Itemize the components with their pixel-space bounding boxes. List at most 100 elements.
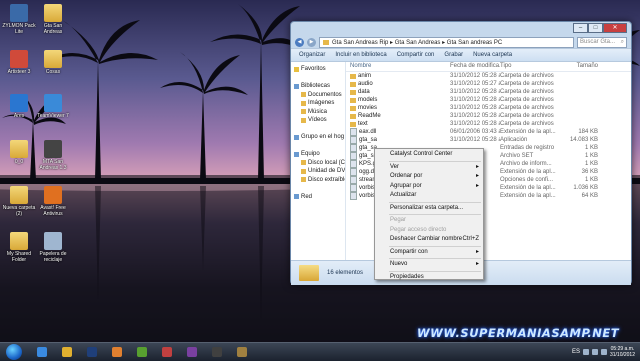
context-menu-item[interactable]: Propiedades: [375, 273, 483, 283]
desktop-icon[interactable]: Papelera de reciclaje: [34, 230, 72, 270]
desktop-icon[interactable]: ZYLMON Pack Lite: [0, 2, 38, 42]
search-input[interactable]: Buscar Gta... ⌕: [577, 36, 627, 48]
desktop-icon[interactable]: Artisteer 3: [0, 48, 38, 88]
desktop-icon[interactable]: My Shared Folder: [0, 230, 38, 270]
context-menu-item[interactable]: Nuevo ▸: [375, 260, 483, 270]
network-icon[interactable]: [591, 349, 598, 355]
context-menu-item[interactable]: Deshacer Cambiar nombre Ctrl+Z: [375, 235, 483, 245]
file-size: 1 KB: [584, 153, 598, 159]
nav-item[interactable]: Unidad de DVD: [291, 167, 345, 176]
file-type: Carpeta de archivos: [500, 113, 554, 119]
nav-item[interactable]: Grupo en el hog: [291, 133, 345, 142]
taskbar-button[interactable]: [81, 345, 103, 359]
desktop-icon-label: Gta San Andreas: [43, 23, 63, 35]
tray-icon[interactable]: [582, 349, 589, 355]
toolbar-button[interactable]: Compartir con: [397, 52, 435, 58]
language-indicator[interactable]: ES: [572, 349, 580, 355]
file-row[interactable]: data 31/10/2012 05:28 a...Carpeta de arch…: [346, 88, 631, 96]
toolbar-button[interactable]: Grabar: [444, 52, 463, 58]
file-row[interactable]: audio 31/10/2012 05:27 a...Carpeta de arc…: [346, 80, 631, 88]
context-menu: Catalyst Control Center Ver ▸ Ordenar por ▸ A…: [374, 148, 484, 280]
toolbar-button[interactable]: Nueva carpeta: [473, 52, 512, 58]
file-row[interactable]: text 31/10/2012 05:28 a...Carpeta de arch…: [346, 120, 631, 128]
file-size: [562, 96, 598, 104]
desktop-icon[interactable]: Avast! Free Antivirus: [34, 184, 72, 224]
breadcrumb-item[interactable]: Gta San Andreas Rip: [332, 40, 388, 46]
file-type: Carpeta de archivos: [500, 89, 554, 95]
maximize-button[interactable]: □: [588, 23, 603, 33]
context-menu-item[interactable]: Compartir con ▸: [375, 248, 483, 258]
desktop-icon[interactable]: TeamViewer 7: [34, 92, 72, 132]
desktop-icon[interactable]: MTA San Andreas 1.3: [34, 138, 72, 178]
file-date: 31/10/2012 05:28 a...: [450, 113, 500, 119]
desktop-icon[interactable]: 0_0: [0, 138, 38, 178]
context-menu-item[interactable]: Ver ▸: [375, 163, 483, 173]
taskbar-button[interactable]: [206, 345, 228, 359]
file-row[interactable]: eax.dll 06/01/2006 03:43 a...Extensión de…: [346, 128, 631, 136]
file-row[interactable]: ReadMe 31/10/2012 05:28 a...Carpeta de ar…: [346, 112, 631, 120]
context-menu-item[interactable]: Personalizar esta carpeta...: [375, 204, 483, 214]
file-date: 31/10/2012 05:28 a...: [450, 73, 500, 79]
taskbar-button[interactable]: [106, 345, 128, 359]
nav-item[interactable]: Vídeos: [291, 116, 345, 125]
column-name[interactable]: Nombre: [346, 62, 450, 71]
context-menu-item[interactable]: Agrupar por ▸: [375, 182, 483, 192]
desktop-icon[interactable]: Ares: [0, 92, 38, 132]
context-menu-item[interactable]: Actualizar: [375, 191, 483, 201]
file-row[interactable]: movies 31/10/2012 05:28 a...Carpeta de ar…: [346, 104, 631, 112]
minimize-button[interactable]: –: [573, 23, 588, 33]
folder-icon: [301, 109, 306, 115]
nav-item-label: Favoritos: [301, 66, 326, 72]
file-size: 1 KB: [584, 177, 598, 183]
file-row[interactable]: models 31/10/2012 05:28 a...Carpeta de ar…: [346, 96, 631, 104]
context-menu-item[interactable]: Catalyst Control Center: [375, 150, 483, 160]
context-menu-item[interactable]: Ordenar por ▸: [375, 172, 483, 182]
taskbar-button[interactable]: [231, 345, 253, 359]
file-size: 36 KB: [581, 169, 598, 175]
title-bar[interactable]: – □ ✕: [291, 22, 631, 36]
file-row[interactable]: gta_sa 31/10/2012 05:28 a...Aplicación 14.…: [346, 136, 631, 144]
nav-item[interactable]: Equipo: [291, 150, 345, 159]
desktop-icon-label: My Shared Folder: [6, 251, 32, 263]
breadcrumb-item[interactable]: Gta San Andreas: [395, 40, 441, 46]
desktop-icon-label: Artisteer 3: [7, 69, 31, 75]
nav-item[interactable]: Disco extraíble: [291, 176, 345, 185]
nav-item[interactable]: Favoritos: [291, 65, 345, 74]
nav-item[interactable]: Documentos: [291, 91, 345, 100]
desktop-icon[interactable]: Nueva carpeta (2): [0, 184, 38, 224]
close-button[interactable]: ✕: [603, 23, 627, 33]
folder-icon: [350, 73, 356, 79]
menu-separator: [389, 245, 481, 247]
column-type[interactable]: Tipo: [500, 62, 562, 71]
desktop-icon[interactable]: Cosas: [34, 48, 72, 88]
volume-icon[interactable]: [600, 349, 607, 355]
context-menu-label: Pegar acceso directo: [390, 226, 447, 233]
forward-button[interactable]: ▶: [307, 37, 316, 47]
taskbar-button[interactable]: [56, 345, 78, 359]
column-date[interactable]: Fecha de modifica...: [450, 62, 500, 71]
taskbar-button[interactable]: [131, 345, 153, 359]
clock[interactable]: 05:29 a.m. 31/10/2012: [610, 346, 635, 358]
nav-item[interactable]: Red: [291, 193, 345, 202]
taskbar-button[interactable]: [31, 345, 53, 359]
taskbar-button[interactable]: [156, 345, 178, 359]
breadcrumb: Gta San Andreas Rip ▸ Gta San Andreas ▸ …: [332, 39, 502, 46]
nav-item[interactable]: Imágenes: [291, 99, 345, 108]
back-button[interactable]: ◀: [295, 37, 304, 47]
nav-item[interactable]: Música: [291, 108, 345, 117]
folder-icon: [10, 186, 28, 204]
breadcrumb-item[interactable]: Gta San andreas PC: [447, 40, 502, 46]
nav-item[interactable]: Disco local (C:): [291, 159, 345, 168]
file-type: Extensión de la apl...: [500, 129, 556, 135]
toolbar-button[interactable]: Incluir en biblioteca: [335, 52, 386, 58]
address-bar[interactable]: Gta San Andreas Rip ▸ Gta San Andreas ▸ …: [319, 36, 574, 48]
desktop-icon[interactable]: Gta San Andreas: [34, 2, 72, 42]
column-size[interactable]: Tamaño: [562, 62, 598, 71]
taskbar-button[interactable]: [181, 345, 203, 359]
file-icon: [350, 192, 357, 200]
file-row[interactable]: anim 31/10/2012 05:28 a...Carpeta de arch…: [346, 72, 631, 80]
nav-item[interactable]: Bibliotecas: [291, 82, 345, 91]
start-button[interactable]: [6, 344, 22, 360]
toolbar-button[interactable]: Organizar: [299, 52, 325, 58]
